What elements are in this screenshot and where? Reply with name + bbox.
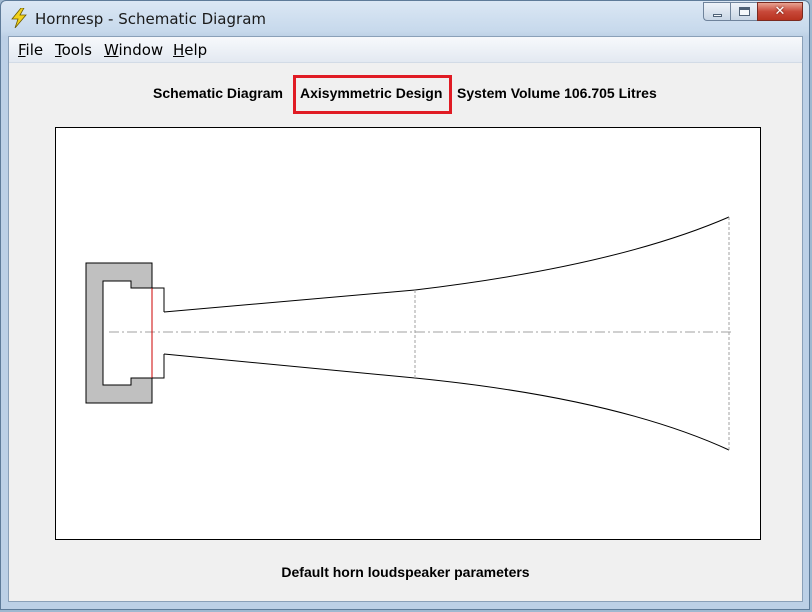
throat-lower-step <box>152 354 165 379</box>
menu-tools-label: ools <box>61 41 92 59</box>
view-label: Schematic Diagram <box>153 85 283 101</box>
menu-bar: File Tools Window Help <box>9 37 802 63</box>
client-area: File Tools Window Help Schematic Diagram… <box>8 36 803 602</box>
horn-segment-1-upper <box>163 289 416 313</box>
title-bar[interactable]: Hornresp - Schematic Diagram ✕ <box>1 1 809 35</box>
system-volume-label: System Volume 106.705 Litres <box>457 85 657 101</box>
menu-file-accel: F <box>18 41 26 59</box>
app-window: Hornresp - Schematic Diagram ✕ File Tool… <box>0 0 810 610</box>
maximize-icon <box>739 7 750 16</box>
window-title: Hornresp - Schematic Diagram <box>35 10 266 28</box>
menu-help-label: elp <box>184 41 208 59</box>
horn-segment-1-lower <box>163 353 416 379</box>
menu-help-accel: H <box>173 41 185 59</box>
lightning-bolt-icon <box>11 8 27 28</box>
maximize-button[interactable] <box>730 2 757 21</box>
menu-window-accel: W <box>104 41 119 59</box>
menu-tools[interactable]: Tools <box>55 41 92 59</box>
status-text: Default horn loudspeaker parameters <box>281 564 530 580</box>
driver-enclosure <box>85 262 153 404</box>
horn-segment-2-lower <box>414 377 730 451</box>
throat-upper-step <box>152 287 165 312</box>
menu-file[interactable]: File <box>18 41 43 59</box>
window-controls: ✕ <box>703 2 803 23</box>
menu-file-label: ile <box>25 41 44 59</box>
close-button[interactable]: ✕ <box>757 2 803 21</box>
schematic-canvas <box>55 127 761 540</box>
horn-schematic <box>85 216 731 451</box>
horn-segment-2-upper <box>414 216 730 291</box>
menu-tools-accel: T <box>55 41 62 59</box>
menu-window-label: indow <box>118 41 164 59</box>
minimize-button[interactable] <box>703 2 730 21</box>
menu-window[interactable]: Window <box>104 41 163 59</box>
close-icon: ✕ <box>774 4 786 19</box>
minimize-icon <box>713 14 722 17</box>
design-type-label[interactable]: Axisymmetric Design <box>300 85 442 101</box>
menu-help[interactable]: Help <box>173 41 207 59</box>
